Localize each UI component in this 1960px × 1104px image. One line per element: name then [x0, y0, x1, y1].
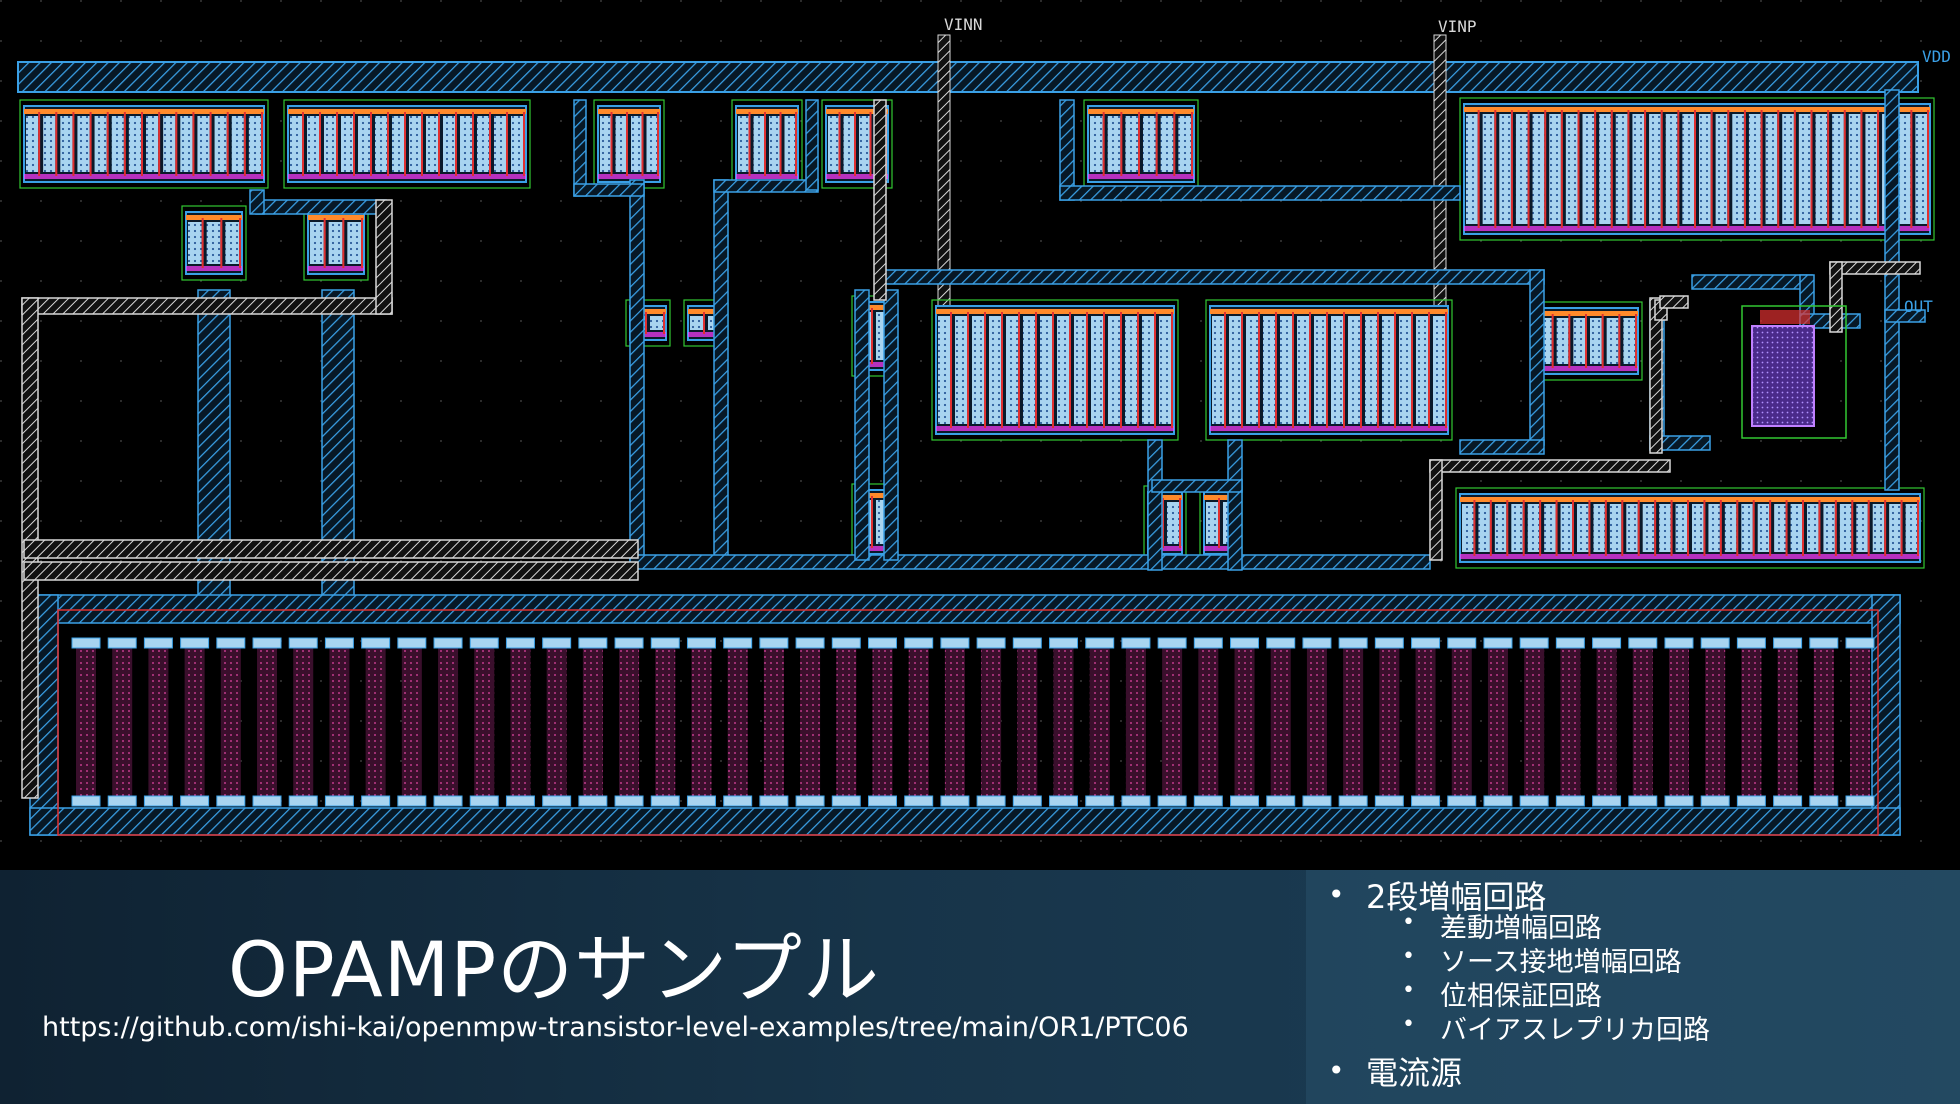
resistor — [650, 637, 680, 807]
transistor — [1459, 97, 1935, 241]
resistor — [107, 637, 137, 807]
bullet-list: • 2段増幅回路 • 差動増幅回路 • ソース接地増幅回路 • 位相保証回路 •… — [1306, 870, 1960, 1104]
resistor — [1338, 637, 1368, 807]
resistor — [288, 637, 318, 807]
resistor — [505, 637, 535, 807]
vdd-label: VDD — [1922, 47, 1951, 66]
transistor — [1205, 299, 1453, 441]
resistor — [1121, 637, 1151, 807]
bullet-dot: • — [1402, 944, 1415, 969]
resistor — [1447, 637, 1477, 807]
resistor — [542, 637, 572, 807]
transistor — [283, 99, 531, 189]
transistor — [19, 99, 269, 189]
resistor — [940, 637, 970, 807]
bullet-dot: • — [1402, 910, 1415, 935]
bullet-current-source: 電流源 — [1366, 1054, 1463, 1092]
cap-contact — [1760, 310, 1810, 324]
resistor — [1628, 637, 1658, 807]
resistor — [1519, 637, 1549, 807]
resistor — [324, 637, 354, 807]
resistor — [1302, 637, 1332, 807]
resistor — [361, 637, 391, 807]
resistor — [1374, 637, 1404, 807]
resistor — [831, 637, 861, 807]
resistor — [976, 637, 1006, 807]
resistor — [1736, 637, 1766, 807]
transistor — [931, 299, 1179, 441]
compensation-capacitor — [1751, 325, 1815, 427]
resistor — [1773, 637, 1803, 807]
out-label: OUT — [1904, 297, 1933, 316]
bullet-dot: • — [1402, 978, 1415, 1003]
resistor — [1012, 637, 1042, 807]
resistor — [1085, 637, 1115, 807]
resistor — [1700, 637, 1730, 807]
resistor — [180, 637, 210, 807]
resistor — [469, 637, 499, 807]
resistor — [1845, 637, 1875, 807]
resistor — [723, 637, 753, 807]
resistor — [1411, 637, 1441, 807]
bullet-bias-replica: バイアスレプリカ回路 — [1440, 1015, 1710, 1046]
resistor — [686, 637, 716, 807]
transistor — [593, 99, 665, 189]
bullet-dot: • — [1328, 1054, 1345, 1087]
resistor — [143, 637, 173, 807]
vdd-rail — [17, 61, 1919, 93]
resistor — [397, 637, 427, 807]
resistor — [1555, 637, 1585, 807]
resistor — [867, 637, 897, 807]
bullet-dot: • — [1328, 878, 1345, 911]
resistor — [1157, 637, 1187, 807]
vinp-label: VINP — [1438, 17, 1477, 36]
transistor — [181, 205, 247, 281]
bullet-dot: • — [1402, 1012, 1415, 1037]
resistor — [1809, 637, 1839, 807]
resistor — [759, 637, 789, 807]
resistor — [1230, 637, 1260, 807]
transistor — [731, 99, 803, 189]
resistor — [252, 637, 282, 807]
resistor — [1592, 637, 1622, 807]
resistor — [795, 637, 825, 807]
resistor — [1483, 637, 1513, 807]
slide-title: OPAMPのサンプル — [228, 925, 880, 1014]
resistor — [578, 637, 608, 807]
resistor — [1266, 637, 1296, 807]
resistor — [433, 637, 463, 807]
transistor — [1533, 301, 1643, 381]
resistor — [614, 637, 644, 807]
resistor — [1193, 637, 1223, 807]
resistor — [904, 637, 934, 807]
transistor — [1083, 99, 1199, 189]
transistor — [1455, 487, 1925, 569]
resistor — [216, 637, 246, 807]
layout-canvas: VINN VINP VDD OUT — [0, 0, 1960, 870]
source-url: https://github.com/ishi-kai/openmpw-tran… — [42, 1012, 1189, 1043]
transistor — [303, 205, 369, 281]
caption-panel: OPAMPのサンプル https://github.com/ishi-kai/o… — [0, 870, 1960, 1104]
resistor — [1664, 637, 1694, 807]
resistor — [1049, 637, 1079, 807]
vinn-label: VINN — [944, 15, 983, 34]
resistor — [71, 637, 101, 807]
